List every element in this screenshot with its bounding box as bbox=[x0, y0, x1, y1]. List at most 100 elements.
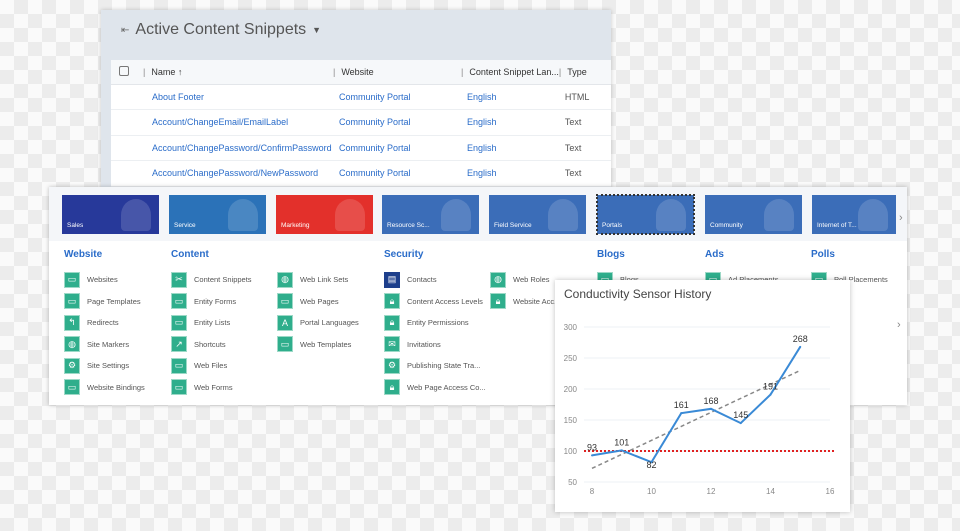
pin-icon[interactable]: ⇤ bbox=[121, 25, 129, 36]
sitemap-item-website-bindings[interactable]: ▭ Website Bindings bbox=[64, 377, 145, 399]
contacts-icon: ▤ bbox=[384, 271, 400, 288]
portal-languages-icon: A bbox=[277, 314, 293, 331]
language-link[interactable]: English bbox=[461, 84, 559, 110]
sitemap-item-web-page-access-co[interactable]: 🔒︎ Web Page Access Co... bbox=[384, 377, 486, 399]
sitemap-item-content-snippets[interactable]: ✂ Content Snippets bbox=[171, 269, 252, 291]
sitemap-item-web-roles[interactable]: ◍ Web Roles bbox=[490, 269, 560, 291]
sitemap-item-web-link-sets[interactable]: ◍ Web Link Sets bbox=[277, 269, 359, 291]
item-label: Website Acc... bbox=[513, 296, 561, 306]
item-label: Entity Lists bbox=[194, 318, 231, 328]
sitemap-item-entity-permissions[interactable]: 🔒︎ Entity Permissions bbox=[384, 312, 486, 334]
snippet-name-link[interactable]: Account/ChangeEmail/EmailLabel bbox=[143, 109, 333, 136]
app-tile-internet-of-t[interactable]: Internet of T... bbox=[812, 195, 896, 234]
group-heading: Website bbox=[64, 249, 103, 260]
item-label: Redirects bbox=[87, 318, 119, 328]
sitemap-item-site-settings[interactable]: ⚙ Site Settings bbox=[64, 355, 145, 377]
sitemap-item-web-templates[interactable]: ▭ Web Templates bbox=[277, 334, 359, 356]
entity-permissions-icon: 🔒︎ bbox=[384, 314, 400, 331]
app-tile-community[interactable]: Community bbox=[705, 195, 802, 234]
table-row[interactable]: About Footer Community Portal English HTML bbox=[111, 84, 611, 110]
sitemap-item-contacts[interactable]: ▤ Contacts bbox=[384, 269, 486, 291]
chevron-down-icon[interactable]: ▼ bbox=[312, 25, 321, 35]
data-label: 268 bbox=[793, 334, 808, 344]
website-link[interactable]: Community Portal bbox=[333, 109, 461, 136]
column-header-type[interactable]: | Type bbox=[558, 60, 611, 85]
group-blogs: Blogs bbox=[597, 249, 625, 269]
website-link[interactable]: Community Portal bbox=[333, 135, 461, 161]
groups-next-arrow-icon[interactable]: › bbox=[897, 319, 901, 331]
item-label: Web Templates bbox=[300, 339, 352, 349]
sitemap-item-entity-forms[interactable]: ▭ Entity Forms bbox=[171, 291, 252, 313]
item-label: Site Settings bbox=[87, 361, 130, 371]
item-label: Content Access Levels bbox=[407, 296, 483, 306]
sitemap-item-web-forms[interactable]: ▭ Web Forms bbox=[171, 377, 252, 399]
tile-illustration-icon bbox=[121, 199, 151, 231]
group-column: ◍ Web Link Sets ▭ Web Pages A Portal Language… bbox=[277, 269, 359, 355]
line-chart: 50 100 150 200 250 300 8 10 12 14 16 93 101 82 161 168 1… bbox=[564, 323, 835, 496]
app-tile-service[interactable]: Service bbox=[169, 195, 266, 234]
sitemap-item-invitations[interactable]: ✉ Invitations bbox=[384, 334, 486, 356]
tile-label: Resource Sc... bbox=[387, 222, 430, 229]
sitemap-item-web-pages[interactable]: ▭ Web Pages bbox=[277, 291, 359, 313]
sitemap-item-content-access-levels[interactable]: 🔒︎ Content Access Levels bbox=[384, 291, 486, 313]
column-header-website[interactable]: | Website bbox=[333, 60, 461, 85]
app-tile-field-service[interactable]: Field Service bbox=[489, 195, 586, 234]
type-cell: HTML bbox=[558, 84, 611, 110]
type-cell: Text bbox=[558, 160, 611, 187]
group-heading: Ads bbox=[705, 249, 724, 260]
sitemap-item-site-markers[interactable]: ◍ Site Markers bbox=[64, 334, 145, 356]
app-tile-resource-sc[interactable]: Resource Sc... bbox=[382, 195, 479, 234]
item-label: Portal Languages bbox=[300, 318, 359, 328]
x-tick-label: 16 bbox=[826, 487, 835, 496]
sitemap-item-page-templates[interactable]: ▭ Page Templates bbox=[64, 291, 145, 313]
tiles-next-arrow-icon[interactable]: › bbox=[899, 212, 903, 224]
column-header-name[interactable]: | Name ↑ bbox=[143, 60, 333, 85]
tile-label: Sales bbox=[67, 222, 84, 229]
website-link[interactable]: Community Portal bbox=[333, 84, 461, 110]
app-tile-sales[interactable]: Sales bbox=[62, 195, 159, 234]
tile-label: Portals bbox=[602, 222, 623, 229]
tile-illustration-icon bbox=[764, 199, 794, 231]
item-label: Invitations bbox=[407, 339, 441, 349]
sitemap-item-redirects[interactable]: ↰ Redirects bbox=[64, 312, 145, 334]
tile-illustration-icon bbox=[335, 199, 365, 231]
group-heading: Blogs bbox=[597, 249, 625, 260]
item-label: Site Markers bbox=[87, 339, 130, 349]
snippet-name-link[interactable]: Account/ChangePassword/NewPassword bbox=[143, 160, 333, 187]
sitemap-item-website-acc[interactable]: 🔒︎ Website Acc... bbox=[490, 291, 560, 313]
snippet-name-link[interactable]: About Footer bbox=[143, 84, 333, 110]
tile-label: Service bbox=[174, 222, 196, 229]
web-forms-icon: ▭ bbox=[171, 379, 187, 396]
website-acc-icon: 🔒︎ bbox=[490, 293, 506, 310]
snippet-name-link[interactable]: Account/ChangePassword/ConfirmPassword bbox=[143, 135, 333, 161]
language-link[interactable]: English bbox=[461, 109, 559, 136]
language-link[interactable]: English bbox=[461, 135, 559, 161]
sitemap-item-websites[interactable]: ▭ Websites bbox=[64, 269, 145, 291]
sitemap-item-shortcuts[interactable]: ↗ Shortcuts bbox=[171, 334, 252, 356]
table-row[interactable]: Account/ChangeEmail/EmailLabel Community … bbox=[111, 109, 611, 136]
table-row[interactable]: Account/ChangePassword/ConfirmPassword Co… bbox=[111, 135, 611, 161]
view-title[interactable]: Active Content Snippets bbox=[135, 21, 306, 39]
content-access-levels-icon: 🔒︎ bbox=[384, 293, 400, 310]
x-tick-label: 10 bbox=[647, 487, 656, 496]
select-all-checkbox[interactable] bbox=[119, 65, 129, 76]
tile-label: Community bbox=[710, 222, 743, 229]
type-cell: Text bbox=[558, 109, 611, 136]
sitemap-item-entity-lists[interactable]: ▭ Entity Lists bbox=[171, 312, 252, 334]
language-link[interactable]: English bbox=[461, 160, 559, 187]
sitemap-item-portal-languages[interactable]: A Portal Languages bbox=[277, 312, 359, 334]
web-templates-icon: ▭ bbox=[277, 336, 293, 353]
sitemap-item-web-files[interactable]: ▭ Web Files bbox=[171, 355, 252, 377]
web-roles-icon: ◍ bbox=[490, 271, 506, 288]
sitemap-item-publishing-state-tra[interactable]: ⚙ Publishing State Tra... bbox=[384, 355, 486, 377]
web-files-icon: ▭ bbox=[171, 357, 187, 374]
data-point bbox=[680, 412, 683, 415]
app-tiles-bar: Sales Service Marketing Resource Sc... Field… bbox=[49, 187, 907, 241]
table-row[interactable]: Account/ChangePassword/NewPassword Commun… bbox=[111, 160, 611, 187]
group-security: Security bbox=[384, 249, 423, 269]
website-link[interactable]: Community Portal bbox=[333, 160, 461, 187]
app-tile-portals[interactable]: Portals bbox=[596, 194, 695, 235]
app-tile-marketing[interactable]: Marketing bbox=[276, 195, 373, 234]
column-header-language[interactable]: | Content Snippet Lan... bbox=[461, 60, 559, 85]
item-label: Web Forms bbox=[194, 382, 233, 392]
